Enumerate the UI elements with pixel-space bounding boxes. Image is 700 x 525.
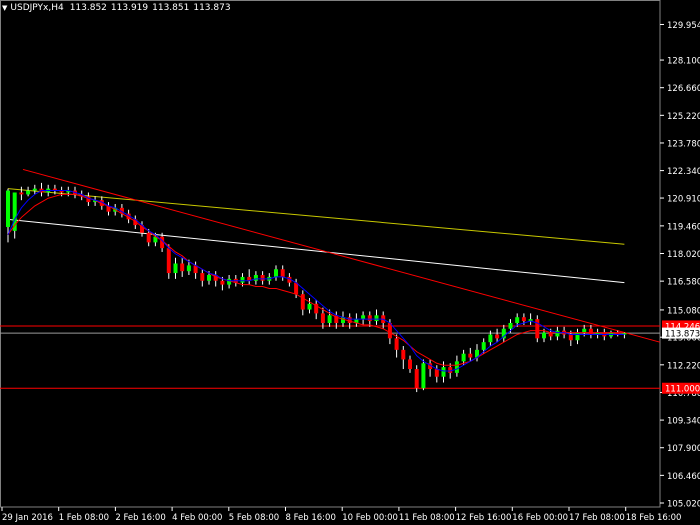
candle-body xyxy=(568,334,573,341)
candle-body xyxy=(260,275,265,281)
price-chart[interactable]: 129.954 128.100 126.660 125.220 123.780 122.3… xyxy=(0,0,700,525)
y-tick-label: 107.900 xyxy=(667,444,700,454)
ma-yellow-line xyxy=(7,188,625,245)
price-tag-label: 111.000 xyxy=(665,385,700,395)
x-tick-label: 4 Feb 00:00 xyxy=(172,513,222,523)
candle-body xyxy=(367,315,372,322)
candle-body xyxy=(401,349,406,360)
x-tick-label: 2 Feb 16:00 xyxy=(115,513,165,523)
candle-body xyxy=(408,359,412,370)
candle-body xyxy=(535,319,540,339)
y-tick-label: 120.910 xyxy=(667,195,700,205)
candle-body xyxy=(6,190,10,228)
candle-body xyxy=(186,265,191,272)
trendline xyxy=(22,168,661,343)
plot-frame xyxy=(0,0,661,508)
candle-body xyxy=(394,338,399,350)
y-tick-label: 128.100 xyxy=(667,57,700,67)
x-tick-label: 11 Feb 08:00 xyxy=(399,513,455,523)
x-tick-label: 29 Jan 2016 xyxy=(2,513,53,523)
y-tick-label: 105.020 xyxy=(667,500,700,510)
candle-body xyxy=(166,248,171,274)
candle-body xyxy=(481,342,486,350)
candle-body xyxy=(548,332,553,337)
ma-blue-line xyxy=(7,190,625,372)
candle-body xyxy=(414,369,419,389)
candle-body xyxy=(441,367,446,377)
candle-body xyxy=(515,317,520,323)
x-tick-label: 17 Feb 08:00 xyxy=(569,513,625,523)
candle-body xyxy=(521,317,526,322)
x-tick-label: 16 Feb 00:00 xyxy=(512,513,568,523)
candle-body xyxy=(300,294,305,310)
y-tick-label: 129.954 xyxy=(667,21,700,31)
x-tick-label: 10 Feb 00:00 xyxy=(342,513,398,523)
candle-body xyxy=(146,232,151,243)
candle-body xyxy=(434,369,439,377)
candle-body xyxy=(582,328,587,333)
candle-body xyxy=(488,334,493,343)
y-tick-label: 106.460 xyxy=(667,472,700,482)
candle-body xyxy=(274,269,278,277)
candle-body xyxy=(421,363,426,389)
candle-body xyxy=(227,278,232,285)
x-tick-label: 12 Feb 16:00 xyxy=(456,513,512,523)
candle-body xyxy=(495,334,500,339)
x-tick-label: 18 Feb 16:00 xyxy=(626,513,682,523)
candle-body xyxy=(32,188,37,191)
y-tick-label: 115.080 xyxy=(667,306,700,316)
candle-body xyxy=(19,192,24,195)
candle-body xyxy=(374,315,379,322)
candle-body xyxy=(200,273,205,281)
y-tick-label: 125.220 xyxy=(667,112,700,122)
candle-body xyxy=(555,330,560,337)
y-tick-label: 116.580 xyxy=(667,278,700,288)
candle-body xyxy=(220,280,225,285)
x-tick-label: 8 Feb 16:00 xyxy=(286,513,336,523)
y-tick-label: 122.340 xyxy=(667,167,700,177)
candle-body xyxy=(461,353,466,362)
candle-body xyxy=(173,263,178,274)
x-tick-label: 1 Feb 08:00 xyxy=(59,513,109,523)
candle-body xyxy=(307,303,312,310)
x-tick-label: 5 Feb 08:00 xyxy=(229,513,279,523)
candle-body xyxy=(347,317,352,323)
candle-body xyxy=(361,315,366,320)
y-tick-label: 109.340 xyxy=(667,417,700,427)
y-tick-label: 118.020 xyxy=(667,250,700,260)
candle-body xyxy=(240,276,245,283)
candle-body xyxy=(542,332,546,339)
candle-body xyxy=(280,269,285,277)
candle-body xyxy=(253,275,258,281)
candle-body xyxy=(454,361,459,373)
candle-body xyxy=(468,353,473,358)
y-tick-label: 126.660 xyxy=(667,84,700,94)
price-tag-label: 113.873 xyxy=(665,330,700,340)
candle-body xyxy=(588,328,593,335)
candle-body xyxy=(320,313,325,323)
candle-body xyxy=(448,367,453,373)
ma-red-line xyxy=(7,193,625,366)
y-tick-label: 112.220 xyxy=(667,361,700,371)
candle-body xyxy=(327,315,332,323)
candle-body xyxy=(508,322,513,329)
candle-body xyxy=(207,275,211,281)
candle-body xyxy=(575,332,580,341)
candle-body xyxy=(26,190,31,195)
y-tick-label: 119.460 xyxy=(667,222,700,232)
y-tick-label: 123.780 xyxy=(667,139,700,149)
ma-white-line xyxy=(7,218,625,284)
candle-body xyxy=(180,263,185,272)
